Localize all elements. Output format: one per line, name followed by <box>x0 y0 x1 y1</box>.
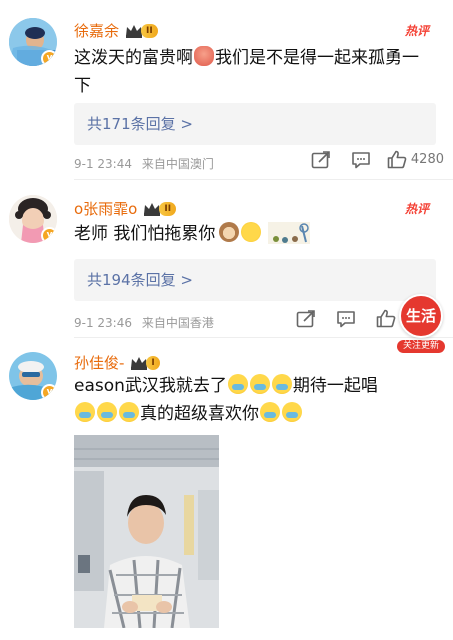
comment-text: eason武汉我就去了 期待一起唱 真的超级喜欢你 <box>74 372 444 428</box>
comment-location: 来自中国澳门 <box>141 157 214 171</box>
comment-icon <box>337 310 355 327</box>
level-text: II <box>141 23 158 38</box>
comment-meta: 9-1 23:46 来自中国香港 <box>74 309 444 331</box>
level-badge: I <box>130 355 160 371</box>
crying-emoji-icon <box>249 374 270 394</box>
name-row: 孙佳俊- I <box>74 352 160 373</box>
crying-emoji-icon <box>119 402 139 422</box>
attached-photo[interactable] <box>74 435 219 628</box>
laughing-emoji-icon <box>241 222 262 242</box>
share-icon <box>296 309 315 327</box>
crying-emoji-icon <box>97 402 117 422</box>
verified-badge-icon: v <box>41 50 57 66</box>
replies-link[interactable]: 共194条回复 > <box>74 259 436 301</box>
level-text: I <box>146 355 160 370</box>
hot-comment-tag: 热评 <box>404 24 429 38</box>
comment-button[interactable] <box>326 310 366 328</box>
life-channel-title: 生活 <box>399 294 443 338</box>
crying-emoji-icon <box>75 402 95 422</box>
like-icon <box>387 150 407 169</box>
crying-emoji-icon <box>260 402 280 422</box>
like-icon <box>376 309 396 328</box>
share-button[interactable] <box>301 150 341 169</box>
name-row: 徐嘉余 II <box>74 20 158 41</box>
comment-text: 老师 我们怕拖累你 <box>74 220 434 248</box>
octopus-emoji-icon <box>194 46 214 66</box>
sticker-icon <box>267 222 310 244</box>
hot-comment-tag: 热评 <box>404 202 429 216</box>
avatar[interactable]: v <box>9 18 57 66</box>
comment-actions <box>286 309 406 328</box>
verified-badge-icon: v <box>41 384 57 400</box>
comment-time: 9-1 23:44 <box>74 157 132 171</box>
like-count: 4280 <box>410 152 444 167</box>
username[interactable]: 徐嘉余 <box>74 20 119 41</box>
monkey-emoji-icon <box>219 222 240 242</box>
like-button[interactable]: 4280 <box>387 150 444 169</box>
avatar[interactable]: v <box>9 195 57 243</box>
level-badge: II <box>125 23 158 39</box>
comment-meta: 9-1 23:44 来自中国澳门 4280 <box>74 150 444 172</box>
replies-link[interactable]: 共171条回复 > <box>74 103 436 145</box>
username[interactable]: 孙佳俊- <box>74 352 124 373</box>
comment-button[interactable] <box>341 151 381 169</box>
comment-item: v o张雨霏o II 热评 老师 我们怕拖累你 共194条回复 > 9-1 23… <box>0 180 453 338</box>
crying-emoji-icon <box>271 374 292 394</box>
avatar[interactable]: v <box>9 352 57 400</box>
share-icon <box>311 150 330 168</box>
username[interactable]: o张雨霏o <box>74 198 137 219</box>
comment-icon <box>352 151 370 168</box>
comment-text: 这泼天的富贵啊 我们是不是得一起来孤勇一下 <box>74 44 434 100</box>
comment-time: 9-1 23:46 <box>74 316 132 330</box>
comment-text-part: 老师 我们怕拖累你 <box>74 224 216 244</box>
comment-text-part: 这泼天的富贵啊 <box>74 48 193 68</box>
level-badge: II <box>143 201 177 217</box>
crying-emoji-icon <box>282 402 302 422</box>
comment-text-part: eason武汉我就去了 <box>74 376 227 396</box>
name-row: o张雨霏o II <box>74 198 177 219</box>
crying-emoji-icon <box>227 374 248 394</box>
comment-location: 来自中国香港 <box>141 316 214 330</box>
level-text: II <box>159 201 177 216</box>
share-button[interactable] <box>286 309 326 328</box>
comment-text-part: 真的超级喜欢你 <box>140 404 259 424</box>
comment-text-part: 期待一起唱 <box>292 376 378 396</box>
photo-image <box>74 435 219 628</box>
comment-item: v 孙佳俊- I eason武汉我就去了 期待一起唱 真的超级喜欢你 <box>0 338 453 640</box>
verified-badge-icon: v <box>41 227 57 243</box>
comment-item: v 徐嘉余 II 热评 这泼天的富贵啊 我们是不是得一起来孤勇一下 共171条回复… <box>0 0 453 180</box>
comment-actions: 4280 <box>301 150 444 169</box>
